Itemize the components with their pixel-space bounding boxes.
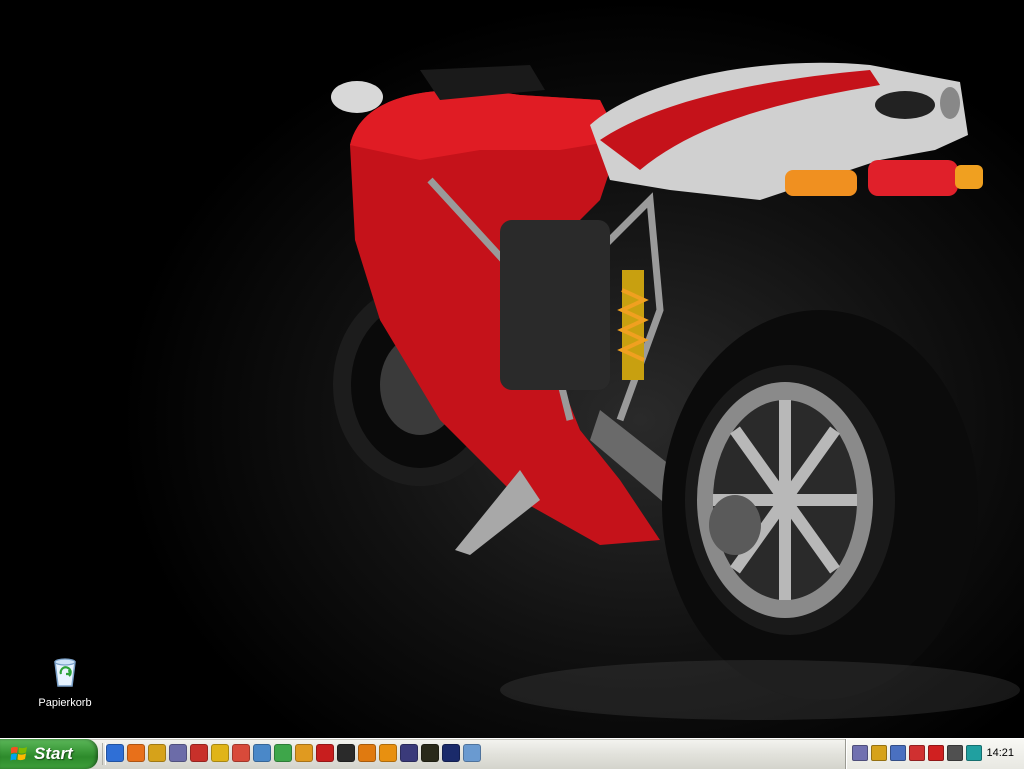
- antivirus-icon[interactable]: [928, 745, 944, 761]
- music-icon[interactable]: [274, 744, 292, 762]
- keys-icon[interactable]: [211, 744, 229, 762]
- chat-icon[interactable]: [190, 744, 208, 762]
- volume-icon[interactable]: [947, 745, 963, 761]
- star-icon[interactable]: [442, 744, 460, 762]
- media-icon[interactable]: [232, 744, 250, 762]
- display-tray-icon[interactable]: [890, 745, 906, 761]
- start-button[interactable]: Start: [0, 739, 98, 769]
- motorcycle-wallpaper: [331, 62, 1020, 720]
- headphones-icon[interactable]: [169, 744, 187, 762]
- network-tray-icon[interactable]: [871, 745, 887, 761]
- unreal-icon[interactable]: [400, 744, 418, 762]
- quick-launch-bar: [106, 744, 481, 764]
- internet-explorer-icon[interactable]: [106, 744, 124, 762]
- recycle-bin-icon: [54, 658, 76, 687]
- opera-icon[interactable]: [316, 744, 334, 762]
- clock[interactable]: 14:21: [986, 747, 1014, 759]
- window-icon[interactable]: [253, 744, 271, 762]
- system-tray: 14:21: [845, 739, 1024, 769]
- network-icon[interactable]: [148, 744, 166, 762]
- windows-logo-icon: [10, 746, 27, 761]
- tray-icons: [852, 745, 982, 761]
- document-icon[interactable]: [463, 744, 481, 762]
- pencil-icon[interactable]: [295, 744, 313, 762]
- taskbar: Start 14:21: [0, 738, 1024, 769]
- game-icon[interactable]: [421, 744, 439, 762]
- network-disconnected-icon[interactable]: [909, 745, 925, 761]
- firefox-icon[interactable]: [127, 744, 145, 762]
- desktop-icon-label: Papierkorb: [38, 697, 92, 709]
- half-life-2-icon[interactable]: [379, 744, 397, 762]
- headphones-tray-icon[interactable]: [852, 745, 868, 761]
- steam-icon[interactable]: [337, 744, 355, 762]
- start-label: Start: [34, 744, 73, 763]
- desktop: Papierkorb: [0, 0, 1024, 738]
- desktop-icon-recycle-bin[interactable]: Papierkorb: [30, 656, 100, 709]
- half-life-icon[interactable]: [358, 744, 376, 762]
- speaker-icon[interactable]: [966, 745, 982, 761]
